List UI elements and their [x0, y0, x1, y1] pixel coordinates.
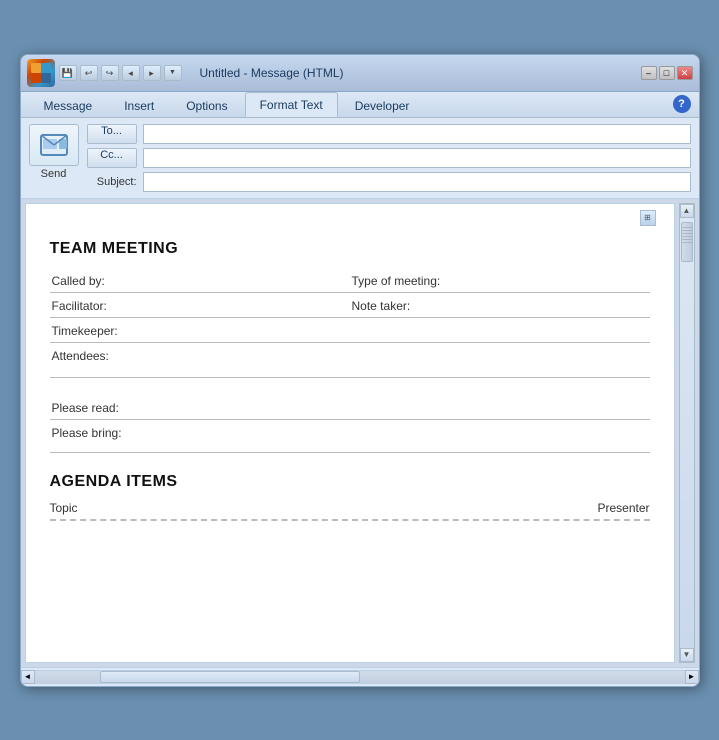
scroll-up-arrow[interactable]: ▲	[680, 204, 694, 218]
to-row: To...	[87, 124, 691, 144]
outlook-window: 💾 ↩ ↪ ◂ ▸ ▼ Untitled - Message (HTML) – …	[20, 54, 700, 687]
subject-label: Subject:	[87, 176, 137, 188]
tab-format-text[interactable]: Format Text	[245, 92, 338, 117]
window-title: Untitled - Message (HTML)	[200, 66, 637, 80]
h-scroll-thumb[interactable]	[100, 671, 360, 683]
subject-row: Subject:	[87, 172, 691, 192]
body-toolbar-icon[interactable]: ⊞	[640, 210, 656, 226]
help-icon[interactable]: ?	[673, 95, 691, 113]
quick-access-toolbar: 💾 ↩ ↪ ◂ ▸ ▼	[59, 65, 182, 81]
pin-quick-btn[interactable]: ▼	[164, 65, 182, 81]
called-by-label: Called by:	[50, 268, 350, 293]
table-row: Attendees:	[50, 342, 650, 377]
save-quick-btn[interactable]: 💾	[59, 65, 77, 81]
tab-message[interactable]: Message	[29, 93, 108, 117]
h-scroll-track[interactable]	[35, 670, 685, 684]
agenda-section: AGENDA ITEMS Topic Presenter	[50, 473, 650, 521]
cc-input[interactable]	[143, 148, 691, 168]
title-bar: 💾 ↩ ↪ ◂ ▸ ▼ Untitled - Message (HTML) – …	[21, 55, 699, 92]
team-meeting-title: TEAM MEETING	[50, 240, 650, 258]
redo-quick-btn[interactable]: ↪	[101, 65, 119, 81]
cc-row: Cc...	[87, 148, 691, 168]
minimize-button[interactable]: –	[641, 66, 657, 80]
scroll-down-arrow[interactable]: ▼	[680, 648, 694, 662]
type-of-meeting-label: Type of meeting:	[350, 268, 650, 293]
to-input[interactable]	[143, 124, 691, 144]
email-fields: To... Cc... Subject:	[87, 124, 691, 192]
to-button[interactable]: To...	[87, 124, 137, 144]
tab-developer[interactable]: Developer	[340, 93, 425, 117]
topic-column-header: Topic	[50, 501, 78, 515]
scroll-right-arrow[interactable]: ►	[685, 670, 699, 684]
close-button[interactable]: ✕	[677, 66, 693, 80]
meeting-info-table: Called by: Type of meeting: Facilitator:…	[50, 268, 650, 454]
subject-input[interactable]	[143, 172, 691, 192]
content-wrapper: ⊞ TEAM MEETING Called by: Type of meetin…	[21, 199, 699, 667]
scroll-thumb[interactable]	[681, 222, 693, 262]
spacer-row	[50, 377, 650, 395]
restore-button[interactable]: □	[659, 66, 675, 80]
table-row: Called by: Type of meeting:	[50, 268, 650, 293]
table-row: Timekeeper:	[50, 317, 650, 342]
window-controls: – □ ✕	[641, 66, 693, 80]
send-button-area: Send	[29, 124, 79, 180]
facilitator-label: Facilitator:	[50, 292, 350, 317]
scroll-grip	[682, 227, 692, 245]
send-icon[interactable]	[29, 124, 79, 166]
cc-button[interactable]: Cc...	[87, 148, 137, 168]
undo-quick-btn[interactable]: ↩	[80, 65, 98, 81]
timekeeper-label: Timekeeper:	[50, 317, 650, 342]
presenter-column-header: Presenter	[597, 501, 649, 515]
horizontal-scrollbar: ◄ ►	[21, 667, 699, 686]
email-header: Send To... Cc... Subject:	[21, 118, 699, 199]
please-bring-label: Please bring:	[50, 420, 650, 453]
attendees-label: Attendees:	[50, 342, 650, 377]
vertical-scrollbar[interactable]: ▲ ▼	[679, 203, 695, 663]
ribbon-tabs: Message Insert Options Format Text Devel…	[21, 92, 699, 118]
table-row: Facilitator: Note taker:	[50, 292, 650, 317]
agenda-header-row: Topic Presenter	[50, 501, 650, 521]
agenda-items-title: AGENDA ITEMS	[50, 473, 650, 491]
scroll-left-arrow[interactable]: ◄	[21, 670, 35, 684]
note-taker-label: Note taker:	[350, 292, 650, 317]
prev-quick-btn[interactable]: ◂	[122, 65, 140, 81]
office-logo	[27, 59, 55, 87]
tab-insert[interactable]: Insert	[109, 93, 169, 117]
tab-options[interactable]: Options	[171, 93, 242, 117]
table-row: Please bring:	[50, 420, 650, 453]
next-quick-btn[interactable]: ▸	[143, 65, 161, 81]
table-row: Please read:	[50, 395, 650, 420]
send-label[interactable]: Send	[41, 168, 67, 180]
email-body[interactable]: ⊞ TEAM MEETING Called by: Type of meetin…	[25, 203, 675, 663]
please-read-label: Please read:	[50, 395, 650, 420]
